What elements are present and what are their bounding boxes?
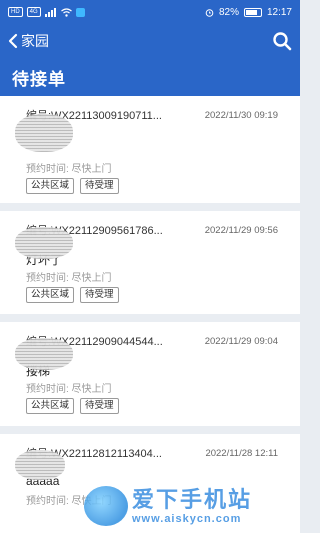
order-date: 2022/11/29 09:56 [204, 224, 278, 236]
watermark-logo-icon [84, 485, 128, 526]
signal-icon [44, 7, 56, 17]
battery-icon [243, 7, 262, 17]
order-tags: 公共区域 待受理 [26, 178, 278, 194]
redacted-avatar [15, 114, 73, 152]
network-badge: 4G [26, 7, 41, 17]
area-tag: 公共区域 [26, 398, 75, 414]
search-icon[interactable] [272, 31, 292, 51]
order-list: 编号:WX22113009190711... 2022/11/30 09:19 … [0, 96, 300, 533]
appointment-time: 预约时间: 尽快上门 [26, 273, 112, 284]
page-header: 待接单 [0, 58, 300, 96]
order-date: 2022/11/28 12:11 [205, 447, 278, 459]
watermark-title: 爱下手机站 [132, 486, 253, 512]
order-card[interactable]: 编号:WX22112909561786... 2022/11/29 09:56 … [0, 211, 300, 314]
order-tags: 公共区域 待受理 [26, 398, 278, 414]
order-date: 2022/11/29 09:04 [204, 335, 278, 347]
redacted-avatar [15, 227, 73, 259]
status-bar: HD 4G 82% 12:17 [0, 0, 300, 24]
watermark: 爱下手机站 www.aiskycn.com [84, 478, 300, 533]
hd-badge: HD [8, 7, 23, 17]
redacted-avatar [15, 450, 65, 480]
battery-fill [245, 9, 257, 15]
chevron-left-icon [8, 33, 18, 49]
back-label: 家园 [21, 33, 49, 49]
page-title: 待接单 [12, 69, 66, 89]
status-tag: 待受理 [80, 287, 119, 303]
area-tag: 公共区域 [26, 178, 75, 194]
alarm-icon [205, 8, 214, 17]
status-left: HD 4G [8, 7, 85, 17]
notification-app-icon [75, 7, 85, 17]
nav-bar: 家园 [0, 24, 300, 58]
battery-percent: 82% [218, 6, 239, 18]
wifi-icon [60, 7, 72, 17]
order-tags: 公共区域 待受理 [26, 287, 278, 303]
redacted-avatar [15, 338, 73, 370]
watermark-text: 爱下手机站 www.aiskycn.com [132, 487, 252, 525]
status-tag: 待受理 [80, 178, 119, 194]
appointment-time: 预约时间: 尽快上门 [26, 384, 112, 395]
clock: 12:17 [266, 6, 292, 18]
watermark-url: www.aiskycn.com [132, 512, 242, 525]
order-card[interactable]: 编号:WX22113009190711... 2022/11/30 09:19 … [0, 96, 300, 203]
appointment-time: 预约时间: 尽快上门 [26, 164, 112, 175]
area-tag: 公共区域 [26, 287, 75, 303]
status-tag: 待受理 [80, 398, 119, 414]
order-card[interactable]: 编号:WX22112909044544... 2022/11/29 09:04 … [0, 322, 300, 426]
status-right: 82% 12:17 [205, 7, 292, 18]
back-button[interactable]: 家园 [8, 31, 49, 51]
order-date: 2022/11/30 09:19 [204, 109, 278, 121]
